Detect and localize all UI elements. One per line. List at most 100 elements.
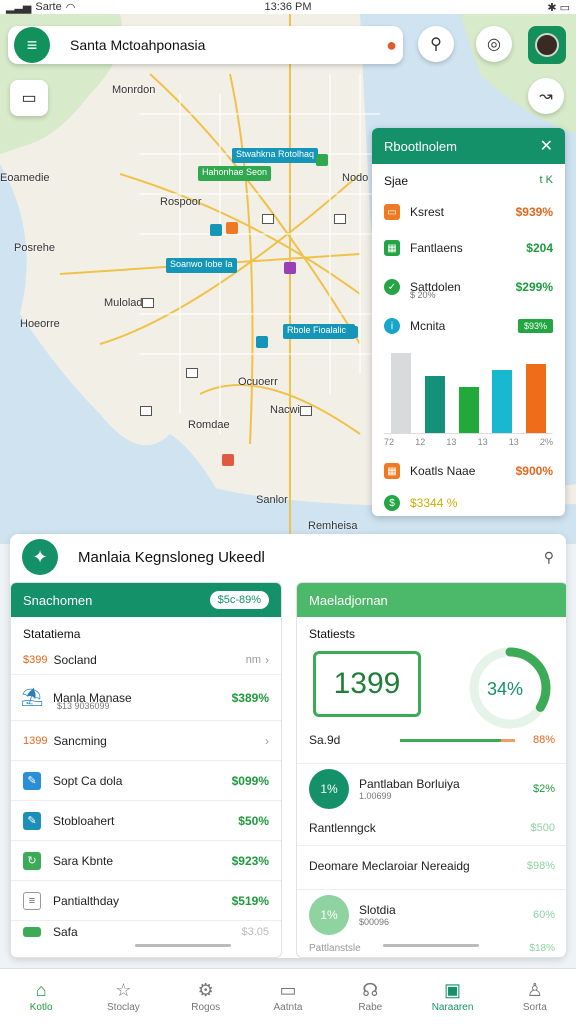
bar-chart <box>384 344 553 434</box>
right-stat-label: Statiests <box>309 627 356 641</box>
list-item-label: Rantlenngck <box>309 821 376 835</box>
map-pin[interactable] <box>226 222 238 234</box>
side-row[interactable]: ▭ Ksrest $939% <box>372 194 565 230</box>
side-row-label: $3344 % <box>410 496 458 510</box>
list-item-value: $18% <box>529 942 555 954</box>
side-row-label: Mcnita <box>410 319 446 333</box>
list-item[interactable]: ↻ Sara Kbnte $923% <box>11 841 281 881</box>
scrollbar[interactable] <box>383 944 479 947</box>
nav-item-settings[interactable]: ⚙ Rogos <box>165 969 247 1024</box>
compass-icon: ◎ <box>487 36 501 53</box>
side-row-value: $299% <box>515 280 553 294</box>
map-label: Ocuoerr <box>238 376 278 388</box>
side-row[interactable]: ▦ Koatls Naae $900% <box>372 453 565 489</box>
map-pin[interactable]: Soanwo Iobe Ia <box>166 258 237 273</box>
list-item[interactable]: ⛱ Manla Manase $13 9036099 $389% <box>11 675 281 721</box>
map-pin[interactable] <box>346 326 358 338</box>
nav-item-card[interactable]: ▭ Aatnta <box>247 969 329 1024</box>
list-item-label: Safa <box>53 925 78 939</box>
list-item[interactable]: 1% Pantlaban Borluiya 1.00699 $2% <box>297 763 566 813</box>
chevron-right-icon: › <box>265 733 269 748</box>
map-label: Mulolad <box>104 297 143 309</box>
bar <box>390 352 411 433</box>
map-pin[interactable]: Hahonhae Seon <box>198 166 272 181</box>
search-input[interactable]: Santa Mctoahponasia <box>70 37 386 53</box>
nav-item-radio[interactable]: ☊ Rabe <box>329 969 411 1024</box>
list-item-label: Pantlaban Borluiya <box>359 776 460 791</box>
chevron-right-icon: › <box>265 652 269 667</box>
pin-icon[interactable]: ⚲ <box>544 549 554 566</box>
right-panel-title: Maeladjornan <box>309 592 388 608</box>
microphone-icon[interactable]: ● <box>386 35 397 56</box>
left-panel-pill[interactable]: $5c-89% <box>209 591 269 609</box>
side-row-label: Fantlaens <box>410 241 463 255</box>
map-pin[interactable] <box>256 336 268 348</box>
map-pin[interactable]: Rbole Fioalalicn <box>283 324 356 339</box>
progress-row: Sa.9d 88% <box>297 733 566 747</box>
map-pin[interactable] <box>316 154 328 166</box>
side-sub-value: t K <box>539 174 553 186</box>
star-logo-icon: ✦ <box>22 539 58 575</box>
nav-item-star[interactable]: ☆ Stoclay <box>82 969 164 1024</box>
list-item[interactable]: $399 Socland nm › <box>11 645 281 675</box>
progress-label: Sa.9d <box>309 733 341 747</box>
list-item-label: Deomare Meclaroiar Nereaidg <box>309 858 470 873</box>
tag-icon <box>23 927 41 937</box>
side-row: $ $3344 % <box>372 489 565 516</box>
briefcase-icon: ▭ <box>384 204 400 220</box>
list-item[interactable]: Rantlenngck $500 <box>297 815 566 841</box>
side-row-badge: $93% <box>517 319 553 333</box>
side-panel-title: Rbootlnolem <box>384 138 457 154</box>
list-item[interactable]: ✎ Stobloahert $50% <box>11 801 281 841</box>
map-pin[interactable]: Stwahkna Rotolhaq <box>232 148 319 163</box>
list-item[interactable]: Deomare Meclaroiar Nereaidg $98% <box>297 845 566 885</box>
search-bar[interactable]: ≡ Santa Mctoahponasia ● <box>8 26 403 64</box>
tick-label: 72 <box>384 437 395 447</box>
map-pin[interactable] <box>284 262 296 274</box>
dashboard-card: ✦ Manlaia Kegnsloneg Ukeedl ⚲ Snachomen … <box>10 534 566 958</box>
list-item-value: $3.05 <box>241 926 269 938</box>
side-row[interactable]: ✓ Sattdolen $ 20% $299% <box>372 266 565 308</box>
directions-button[interactable]: ↝ <box>528 78 564 114</box>
dashboard-header: ✦ Manlaia Kegnsloneg Ukeedl ⚲ <box>10 534 566 580</box>
list-item[interactable]: 1399 Sancming › <box>11 721 281 761</box>
nav-item-home[interactable]: ⌂ Kotlo <box>0 969 82 1024</box>
nav-item-profile[interactable]: ♙ Sorta <box>494 969 576 1024</box>
tick-label: 2% <box>539 437 553 447</box>
side-row-value: $900% <box>515 464 553 478</box>
directions-icon: ↝ <box>539 88 553 105</box>
money-icon: $ <box>384 495 400 511</box>
side-row-value: $939% <box>515 205 553 219</box>
close-icon[interactable]: ✕ <box>540 136 553 156</box>
map-pin[interactable] <box>222 454 234 466</box>
side-panel-header: Rbootlnolem ✕ <box>372 128 565 164</box>
location-pin-button[interactable]: ⚲ <box>418 26 454 62</box>
progress-value: 88% <box>532 734 555 746</box>
side-row[interactable]: i Mcnita $93% <box>372 308 565 344</box>
list-item-prefix: $399 <box>23 653 48 666</box>
gear-icon: ⚙ <box>197 980 214 1000</box>
location-pin-icon: ⚲ <box>430 36 442 53</box>
map-label: Sanlor <box>256 494 288 506</box>
side-row[interactable]: ▦ Fantlaens $204 <box>372 230 565 266</box>
avatar[interactable] <box>528 26 566 64</box>
scrollbar[interactable] <box>135 944 231 947</box>
list-item[interactable]: Pattlanstsle $18% <box>297 939 566 957</box>
list-item-label: Slotdia <box>359 902 396 917</box>
compass-button[interactable]: ◎ <box>476 26 512 62</box>
list-item[interactable]: Safa $3.05 <box>11 921 281 943</box>
list-item[interactable]: ✎ Sopt Ca dola $099% <box>11 761 281 801</box>
map-pin[interactable] <box>210 224 222 236</box>
list-item[interactable]: ≡ Pantialthday $519% <box>11 881 281 921</box>
nav-item-navigation[interactable]: ▣ Naraaren <box>411 969 493 1024</box>
list-item[interactable]: 1% Slotdia $00096 60% <box>297 889 566 939</box>
carrier-label: Sarte <box>35 1 62 13</box>
menu-icon[interactable]: ≡ <box>14 27 50 63</box>
nav-label: Rogos <box>191 1002 221 1013</box>
map-label: Monrdon <box>112 84 156 96</box>
list-item-value: $923% <box>231 853 269 868</box>
list-item-value: nm <box>245 653 261 666</box>
map-icon: ▣ <box>444 980 462 1000</box>
layers-button[interactable]: ▭ <box>10 80 48 116</box>
bar <box>492 369 513 433</box>
